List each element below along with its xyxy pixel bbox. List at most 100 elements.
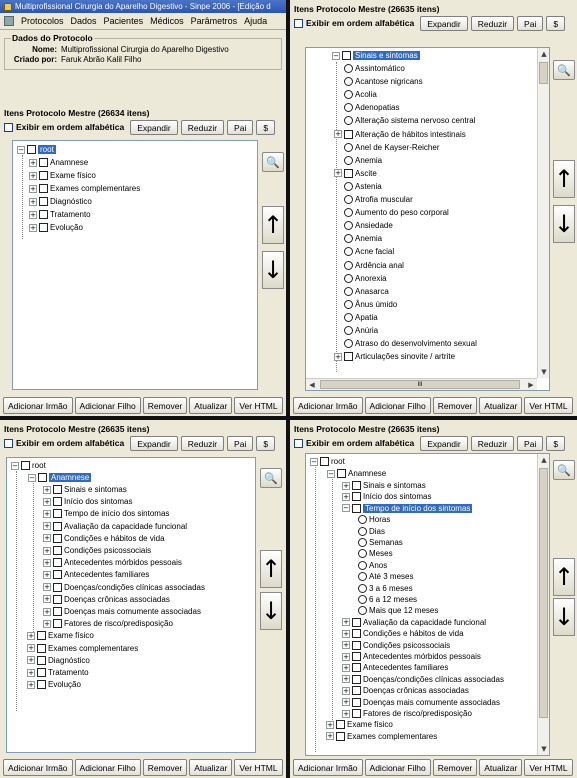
- tree-node[interactable]: Aumento do peso corporal: [344, 207, 449, 218]
- tree-node-root[interactable]: − root: [11, 460, 46, 471]
- horizontal-scrollbar[interactable]: ◀ III ▶: [306, 378, 537, 390]
- remove-button[interactable]: Remover: [432, 759, 478, 776]
- alphabetical-checkbox[interactable]: [294, 18, 303, 28]
- parent-button[interactable]: Pai: [517, 15, 544, 31]
- tree-node[interactable]: Anemia: [344, 233, 382, 244]
- tree-node[interactable]: Atraso do desenvolvimento sexual: [344, 338, 477, 349]
- collapse-icon[interactable]: −: [28, 473, 36, 482]
- remove-button[interactable]: Remover: [432, 397, 478, 414]
- expand-icon[interactable]: +: [43, 497, 51, 506]
- reduce-button[interactable]: Reduzir: [470, 435, 515, 451]
- menu-dados[interactable]: Dados: [71, 16, 97, 26]
- search-button[interactable]: 🔍: [262, 152, 284, 172]
- dollar-button[interactable]: $: [546, 435, 566, 451]
- tree-node[interactable]: Até 3 meses: [358, 571, 413, 582]
- expand-icon[interactable]: +: [27, 668, 35, 677]
- tree-node[interactable]: + Sinais e sintomas: [342, 480, 426, 491]
- expand-icon[interactable]: +: [27, 644, 35, 653]
- move-down-button[interactable]: ↓: [260, 592, 282, 630]
- tree-node[interactable]: Meses: [358, 548, 393, 559]
- view-html-button[interactable]: Ver HTML: [234, 759, 283, 776]
- menu-parametros[interactable]: Parâmetros: [191, 16, 238, 26]
- expand-icon[interactable]: +: [342, 629, 350, 638]
- dollar-button[interactable]: $: [256, 119, 276, 135]
- search-button[interactable]: 🔍: [260, 468, 282, 488]
- tree-node[interactable]: + Diagnóstico: [29, 196, 92, 207]
- collapse-icon[interactable]: −: [332, 51, 340, 60]
- expand-icon[interactable]: +: [29, 171, 37, 180]
- tree-node[interactable]: Acolia: [344, 89, 377, 100]
- tree-node[interactable]: + Condições e hábitos de vida: [342, 628, 464, 639]
- alphabetical-checkbox[interactable]: [294, 438, 303, 448]
- expand-icon[interactable]: +: [342, 652, 350, 661]
- menu-pacientes[interactable]: Pacientes: [104, 16, 144, 26]
- tree-node[interactable]: Adenopatias: [344, 102, 399, 113]
- tree-node[interactable]: Alteração sistema nervoso central: [344, 115, 476, 126]
- add-child-button[interactable]: Adicionar Filho: [364, 759, 431, 776]
- reduce-button[interactable]: Reduzir: [180, 119, 225, 135]
- reduce-button[interactable]: Reduzir: [180, 435, 225, 451]
- move-up-button[interactable]: ↑: [260, 550, 282, 588]
- tree-node[interactable]: Anos: [358, 560, 387, 571]
- expand-icon[interactable]: +: [43, 546, 51, 555]
- move-up-button[interactable]: ↑: [553, 558, 575, 596]
- collapse-icon[interactable]: −: [17, 145, 25, 154]
- expand-icon[interactable]: +: [342, 492, 350, 501]
- tree-node[interactable]: Anel de Kayser-Reicher: [344, 142, 439, 153]
- tree-node[interactable]: + Antecedentes familiares: [342, 662, 448, 673]
- tree-node[interactable]: Anorexia: [344, 273, 387, 284]
- expand-icon[interactable]: +: [342, 663, 350, 672]
- tree-node[interactable]: Ardência anal: [344, 260, 404, 271]
- alphabetical-checkbox[interactable]: [4, 438, 13, 448]
- expand-icon[interactable]: +: [334, 130, 342, 138]
- tree-node[interactable]: Acantose nigricans: [344, 76, 423, 87]
- menu-ajuda[interactable]: Ajuda: [244, 16, 267, 26]
- expand-button[interactable]: Expandir: [420, 15, 468, 31]
- expand-icon[interactable]: +: [29, 197, 37, 206]
- remove-button[interactable]: Remover: [142, 397, 188, 414]
- tree-node[interactable]: + Exame físico: [326, 719, 393, 730]
- scroll-thumb[interactable]: III: [320, 380, 520, 389]
- parent-button[interactable]: Pai: [517, 435, 544, 451]
- refresh-button[interactable]: Atualizar: [189, 397, 233, 414]
- alphabetical-checkbox[interactable]: [4, 122, 13, 132]
- dollar-button[interactable]: $: [256, 435, 276, 451]
- tree-node[interactable]: + Antecedentes mórbidos pessoais: [342, 651, 481, 662]
- add-child-button[interactable]: Adicionar Filho: [74, 759, 141, 776]
- collapse-icon[interactable]: −: [327, 469, 335, 478]
- tree-node[interactable]: + Diagnóstico: [27, 655, 90, 666]
- expand-icon[interactable]: +: [29, 223, 37, 232]
- search-button[interactable]: 🔍: [553, 60, 575, 80]
- tree-node[interactable]: 6 a 12 meses: [358, 594, 417, 605]
- remove-button[interactable]: Remover: [142, 759, 188, 776]
- tree-node[interactable]: + Alteração de hábitos intestinais: [334, 129, 466, 140]
- search-button[interactable]: 🔍: [553, 460, 575, 480]
- tree-node[interactable]: Anemia: [344, 155, 382, 166]
- tree-node[interactable]: + Exame físico: [27, 630, 94, 641]
- tree-node[interactable]: + Exames complementares: [29, 183, 140, 194]
- tree-node[interactable]: Anasarca: [344, 286, 389, 297]
- move-up-button[interactable]: ↑: [553, 160, 575, 198]
- tree-node[interactable]: Assintomático: [344, 63, 405, 74]
- tree-node[interactable]: Ânus úmido: [344, 299, 397, 310]
- tree-node[interactable]: + Condições e hábitos de vida: [43, 533, 165, 544]
- expand-icon[interactable]: +: [326, 720, 334, 729]
- dollar-button[interactable]: $: [546, 15, 566, 31]
- expand-button[interactable]: Expandir: [130, 435, 178, 451]
- refresh-button[interactable]: Atualizar: [479, 397, 523, 414]
- collapse-icon[interactable]: −: [11, 461, 19, 470]
- move-down-button[interactable]: ↓: [553, 598, 575, 636]
- tree-node[interactable]: Atrofia muscular: [344, 194, 413, 205]
- tree-node-root[interactable]: − root: [17, 144, 56, 155]
- tree-node[interactable]: + Avaliação da capacidade funcional: [342, 617, 486, 628]
- view-html-button[interactable]: Ver HTML: [524, 759, 573, 776]
- move-down-button[interactable]: ↓: [262, 251, 284, 289]
- scroll-thumb[interactable]: [539, 468, 548, 718]
- tree-node[interactable]: Ansiedade: [344, 220, 393, 231]
- expand-icon[interactable]: +: [27, 656, 35, 665]
- tree-node-root[interactable]: − root: [310, 456, 345, 467]
- expand-button[interactable]: Expandir: [130, 119, 178, 135]
- refresh-button[interactable]: Atualizar: [479, 759, 523, 776]
- tree-node-selected[interactable]: − Sinais e sintomas: [332, 50, 420, 61]
- add-sibling-button[interactable]: Adicionar Irmão: [293, 759, 363, 776]
